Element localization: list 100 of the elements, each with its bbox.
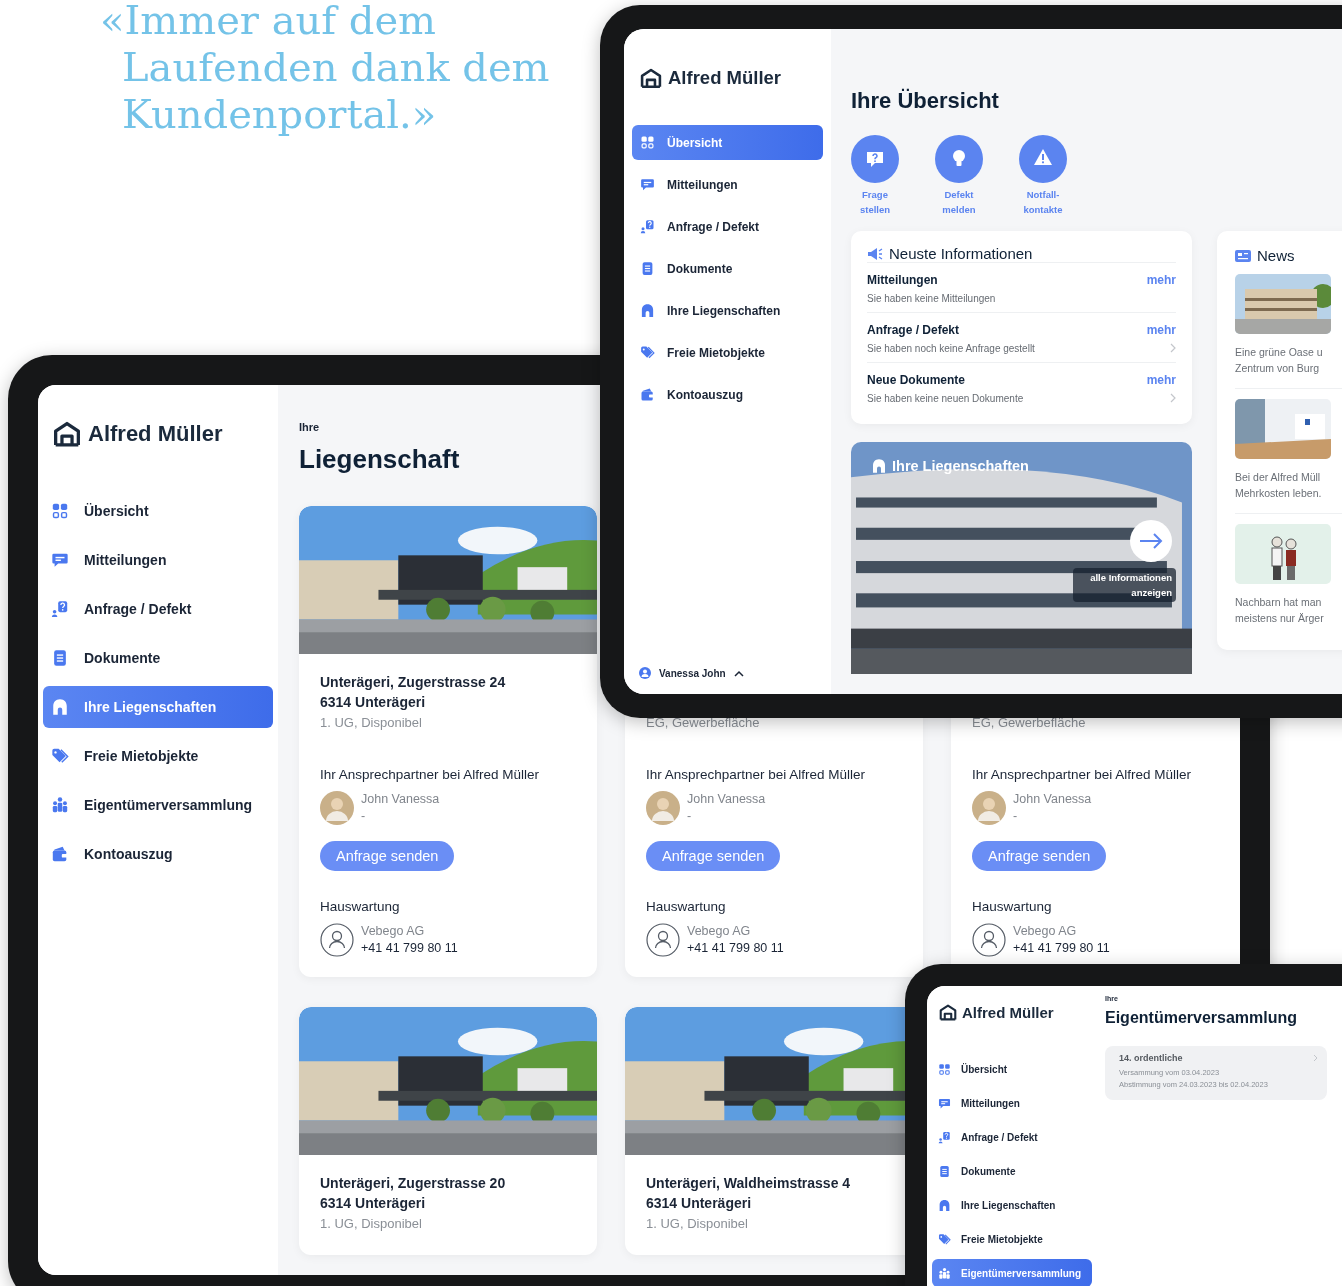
chevron-right-icon bbox=[1170, 343, 1176, 353]
news-teaser[interactable]: Bei der Alfred Müll Mehrkosten leben. bbox=[1235, 469, 1342, 501]
newspaper-icon bbox=[1235, 249, 1251, 262]
nav-item[interactable]: Dokumente bbox=[632, 251, 823, 286]
page-title: Ihre Übersicht bbox=[851, 87, 1000, 115]
address-text: Unterägeri, Zugerstrasse 20 6314 Unterägeri bbox=[320, 1174, 507, 1213]
contact-name: John Vanessa bbox=[1013, 791, 1092, 808]
nav-item[interactable]: Kontoauszug bbox=[43, 833, 273, 875]
contact-role: - bbox=[1013, 808, 1019, 825]
card-title: News bbox=[1257, 247, 1295, 264]
avatar bbox=[646, 791, 680, 825]
unit-detail: 1. UG, Disponibel bbox=[320, 1215, 423, 1233]
nav-item[interactable]: Freie Mietobjekte bbox=[932, 1225, 1092, 1253]
unit-detail: 1. UG, Disponibel bbox=[320, 714, 423, 732]
contact-role: - bbox=[687, 808, 693, 825]
nav-item[interactable]: Anfrage / Defekt bbox=[632, 209, 823, 244]
nav-item[interactable]: Ihre Liegenschaften bbox=[932, 1191, 1092, 1219]
more-link[interactable]: mehr bbox=[1146, 373, 1176, 387]
address-text: Unterägeri, Zugerstrasse 24 6314 Unterägeri bbox=[320, 673, 507, 712]
person-question-icon bbox=[938, 1130, 951, 1144]
more-link[interactable]: mehr bbox=[1146, 273, 1176, 287]
service-heading: Hauswartung bbox=[320, 898, 401, 916]
brand-logo: Alfred Müller bbox=[640, 67, 831, 89]
wallet-icon bbox=[640, 387, 655, 402]
contact-name: John Vanessa bbox=[361, 791, 440, 808]
avatar bbox=[972, 791, 1006, 825]
person-icon bbox=[320, 923, 354, 957]
chevron-right-icon bbox=[1170, 393, 1176, 403]
unit-detail: EG, Gewerbefläche bbox=[972, 714, 1087, 732]
nav-item[interactable]: Übersicht bbox=[932, 1055, 1092, 1083]
megaphone-icon bbox=[867, 246, 883, 261]
chat-icon bbox=[640, 177, 655, 192]
nav-item[interactable]: Anfrage / Defekt bbox=[43, 588, 273, 630]
chevron-right-icon bbox=[1313, 1054, 1318, 1062]
page-title: Liegenschaft bbox=[299, 443, 460, 475]
nav-item[interactable]: Ihre Liegenschaften bbox=[43, 686, 273, 728]
info-title: Anfrage / Defekt bbox=[867, 323, 961, 337]
info-text: Sie haben noch keine Anfrage gestellt bbox=[867, 343, 1035, 354]
nav-item[interactable]: Ihre Liegenschaften bbox=[632, 293, 823, 328]
question-bubble-icon bbox=[851, 135, 899, 183]
chevron-up-icon bbox=[733, 669, 744, 677]
house-icon bbox=[640, 68, 662, 88]
news-teaser[interactable]: Eine grüne Oase u Zentrum von Burg bbox=[1235, 344, 1342, 376]
contact-heading: Ihr Ansprechpartner bei Alfred Müller bbox=[320, 766, 541, 784]
show-all-link[interactable]: alle Informationen anzeigen bbox=[1073, 568, 1176, 602]
nav-item[interactable]: Mitteilungen bbox=[932, 1089, 1092, 1117]
lightbulb-icon bbox=[935, 135, 983, 183]
nav-item[interactable]: Mitteilungen bbox=[43, 539, 273, 581]
contact-name: John Vanessa bbox=[687, 791, 766, 808]
nav-item[interactable]: Mitteilungen bbox=[632, 167, 823, 202]
nav-item[interactable]: Dokumente bbox=[932, 1157, 1092, 1185]
contact-heading: Ihr Ansprechpartner bei Alfred Müller bbox=[972, 766, 1193, 784]
unit-detail: 1. UG, Disponibel bbox=[646, 1215, 749, 1233]
address-text: Unterägeri, Waldheimstrasse 4 6314 Unterägeri bbox=[646, 1174, 852, 1213]
page-eyebrow: Ihre bbox=[299, 421, 321, 433]
user-icon bbox=[639, 667, 651, 679]
house-icon bbox=[51, 698, 69, 716]
person-question-icon bbox=[51, 600, 69, 618]
news-teaser[interactable]: Nachbarn hat man meistens nur Ärger bbox=[1235, 594, 1342, 626]
service-name: Vebego AG bbox=[687, 923, 752, 940]
people-icon bbox=[938, 1266, 951, 1280]
nav-item[interactable]: Anfrage / Defekt bbox=[932, 1123, 1092, 1151]
house-icon bbox=[53, 421, 81, 447]
grid-icon bbox=[938, 1062, 951, 1076]
nav-item[interactable]: Eigentümerversammlung bbox=[43, 784, 273, 826]
page-title: Eigentümerversammlung bbox=[1105, 1008, 1299, 1028]
nav-item[interactable]: Übersicht bbox=[632, 125, 823, 160]
grid-icon bbox=[640, 135, 655, 150]
nav-item[interactable]: Kontoauszug bbox=[632, 377, 823, 412]
person-icon bbox=[972, 923, 1006, 957]
tag-icon bbox=[51, 747, 69, 765]
nav-item[interactable]: Übersicht bbox=[43, 490, 273, 532]
info-text: Sie haben keine Mitteilungen bbox=[867, 293, 996, 304]
nav-item[interactable]: Freie Mietobjekte bbox=[43, 735, 273, 777]
service-name: Vebego AG bbox=[361, 923, 426, 940]
nav-item[interactable]: Dokumente bbox=[43, 637, 273, 679]
phone-number: +41 41 799 80 11 bbox=[1013, 940, 1110, 957]
contact-role: - bbox=[361, 808, 367, 825]
phone-number: +41 41 799 80 11 bbox=[361, 940, 458, 957]
house-icon bbox=[938, 1198, 951, 1212]
service-name: Vebego AG bbox=[1013, 923, 1078, 940]
document-icon bbox=[51, 649, 69, 667]
tag-icon bbox=[640, 345, 655, 360]
more-link[interactable]: mehr bbox=[1146, 323, 1176, 337]
avatar bbox=[320, 791, 354, 825]
user-menu[interactable]: Vanessa John bbox=[639, 667, 831, 679]
nav-item[interactable]: Eigentümerversammlung bbox=[932, 1259, 1092, 1286]
service-heading: Hauswartung bbox=[972, 898, 1053, 916]
arrow-right-icon bbox=[1139, 533, 1163, 549]
unit-detail: EG, Gewerbefläche bbox=[646, 714, 761, 732]
nav-item[interactable]: Freie Mietobjekte bbox=[632, 335, 823, 370]
card-title: Neuste Informationen bbox=[889, 245, 1033, 262]
brand-logo: Alfred Müller bbox=[53, 421, 278, 447]
service-heading: Hauswartung bbox=[646, 898, 727, 916]
document-icon bbox=[938, 1164, 951, 1178]
chat-icon bbox=[51, 551, 69, 569]
phone-number: +41 41 799 80 11 bbox=[687, 940, 784, 957]
warning-icon bbox=[1019, 135, 1067, 183]
house-icon bbox=[871, 458, 887, 474]
document-icon bbox=[640, 261, 655, 276]
